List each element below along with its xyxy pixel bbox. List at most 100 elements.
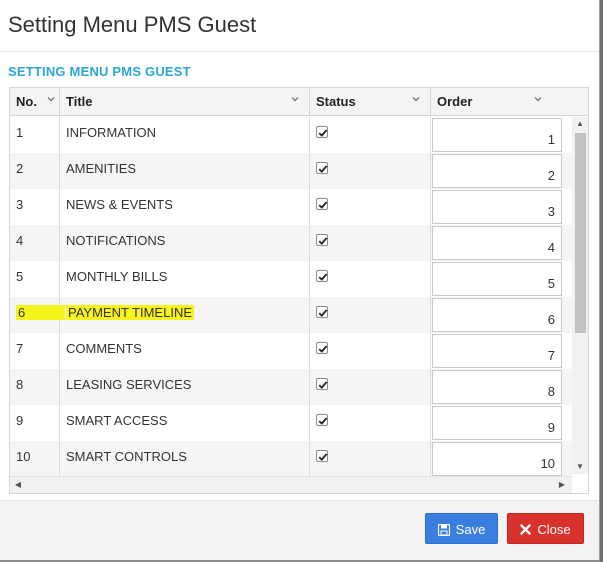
chevron-down-icon[interactable]: [534, 95, 542, 103]
row-number: 7: [10, 333, 60, 369]
checkmark-icon: [318, 309, 328, 317]
table-row[interactable]: 9 SMART ACCESS 9: [10, 405, 572, 441]
modal-header: Setting Menu PMS Guest: [0, 0, 599, 52]
order-input[interactable]: 5: [432, 262, 562, 296]
row-status-cell: [310, 117, 431, 153]
chevron-down-icon[interactable]: [291, 95, 299, 103]
horizontal-scrollbar[interactable]: ◀ ▶: [10, 476, 572, 493]
scroll-left-icon[interactable]: ◀: [10, 478, 26, 492]
row-title: AMENITIES: [66, 161, 137, 176]
row-order-cell: 7: [431, 333, 572, 369]
order-input[interactable]: 8: [432, 370, 562, 404]
order-input[interactable]: 7: [432, 334, 562, 368]
checkmark-icon: [318, 345, 328, 353]
table-row[interactable]: 4 NOTIFICATIONS 4: [10, 225, 572, 261]
scroll-up-icon[interactable]: ▲: [572, 117, 588, 131]
checkmark-icon: [318, 237, 328, 245]
status-checkbox[interactable]: [316, 234, 328, 246]
row-order-cell: 5: [431, 261, 572, 297]
column-label-order: Order: [437, 94, 473, 109]
row-title: INFORMATION: [66, 125, 157, 140]
checkmark-icon: [318, 201, 328, 209]
row-title: PAYMENT TIMELINE: [66, 305, 195, 320]
row-title-cell: COMMENTS: [60, 333, 310, 369]
column-header-status[interactable]: Status: [310, 88, 431, 116]
settings-modal: Setting Menu PMS Guest SETTING MENU PMS …: [0, 0, 600, 560]
row-status-cell: [310, 261, 431, 297]
row-status-cell: [310, 189, 431, 225]
row-title: SMART CONTROLS: [66, 449, 187, 464]
row-status-cell: [310, 297, 431, 333]
table-row[interactable]: 7 COMMENTS 7: [10, 333, 572, 369]
table-row[interactable]: 6 PAYMENT TIMELINE 6: [10, 297, 572, 333]
order-input[interactable]: 1: [432, 118, 562, 152]
status-checkbox[interactable]: [316, 270, 328, 282]
row-title: NOTIFICATIONS: [66, 233, 166, 248]
status-checkbox[interactable]: [316, 450, 328, 462]
row-order-cell: 3: [431, 189, 572, 225]
order-input[interactable]: 10: [432, 442, 562, 476]
status-checkbox[interactable]: [316, 198, 328, 210]
table-row[interactable]: 5 MONTHLY BILLS 5: [10, 261, 572, 297]
row-order-cell: 6: [431, 297, 572, 333]
row-status-cell: [310, 405, 431, 441]
grid-header: No. Title Status Order: [10, 88, 588, 116]
row-title-cell: PAYMENT TIMELINE: [60, 297, 310, 333]
row-title: LEASING SERVICES: [66, 377, 192, 392]
status-checkbox[interactable]: [316, 162, 328, 174]
status-checkbox[interactable]: [316, 306, 328, 318]
scrollbar-thumb[interactable]: [575, 133, 586, 333]
checkmark-icon: [318, 129, 328, 137]
column-label-status: Status: [316, 94, 356, 109]
row-title-cell: NOTIFICATIONS: [60, 225, 310, 261]
vertical-scrollbar[interactable]: ▲ ▼: [572, 117, 588, 474]
chevron-down-icon[interactable]: [412, 95, 420, 103]
row-number: 6: [10, 297, 66, 333]
order-input[interactable]: 2: [432, 154, 562, 188]
order-input[interactable]: 9: [432, 406, 562, 440]
close-button[interactable]: Close: [507, 513, 584, 544]
order-input[interactable]: 3: [432, 190, 562, 224]
row-title-cell: INFORMATION: [60, 117, 310, 153]
status-checkbox[interactable]: [316, 342, 328, 354]
row-title: COMMENTS: [66, 341, 142, 356]
scroll-down-icon[interactable]: ▼: [572, 460, 588, 474]
status-checkbox[interactable]: [316, 126, 328, 138]
row-status-cell: [310, 333, 431, 369]
order-input[interactable]: 6: [432, 298, 562, 332]
table-row[interactable]: 8 LEASING SERVICES 8: [10, 369, 572, 405]
row-title: NEWS & EVENTS: [66, 197, 173, 212]
status-checkbox[interactable]: [316, 378, 328, 390]
save-button[interactable]: Save: [425, 513, 498, 544]
row-title-cell: SMART CONTROLS: [60, 441, 310, 477]
close-label: Close: [537, 522, 571, 537]
row-number: 8: [10, 369, 60, 405]
column-header-title[interactable]: Title: [60, 88, 310, 116]
status-checkbox[interactable]: [316, 414, 328, 426]
table-row[interactable]: 10 SMART CONTROLS 10: [10, 441, 572, 477]
checkmark-icon: [318, 381, 328, 389]
section-title: SETTING MENU PMS GUEST: [8, 64, 191, 79]
row-status-cell: [310, 153, 431, 189]
row-title-cell: SMART ACCESS: [60, 405, 310, 441]
checkmark-icon: [318, 273, 328, 281]
row-order-cell: 2: [431, 153, 572, 189]
column-label-no: No.: [16, 94, 37, 109]
row-title-cell: LEASING SERVICES: [60, 369, 310, 405]
table-row[interactable]: 1 INFORMATION 1: [10, 117, 572, 153]
row-number: 10: [10, 441, 60, 477]
modal-footer: Save Close: [0, 500, 599, 560]
column-header-no[interactable]: No.: [10, 88, 60, 116]
column-header-order[interactable]: Order: [431, 88, 588, 116]
chevron-down-icon[interactable]: [47, 95, 55, 103]
table-row[interactable]: 3 NEWS & EVENTS 3: [10, 189, 572, 225]
scroll-right-icon[interactable]: ▶: [554, 478, 570, 492]
menu-grid: No. Title Status Order 1 INFORMATION 1 2 AME…: [9, 87, 589, 494]
floppy-disk-icon: [437, 524, 450, 536]
order-input[interactable]: 4: [432, 226, 562, 260]
row-number: 9: [10, 405, 60, 441]
row-order-cell: 4: [431, 225, 572, 261]
row-title: SMART ACCESS: [66, 413, 168, 428]
row-title-cell: AMENITIES: [60, 153, 310, 189]
table-row[interactable]: 2 AMENITIES 2: [10, 153, 572, 189]
